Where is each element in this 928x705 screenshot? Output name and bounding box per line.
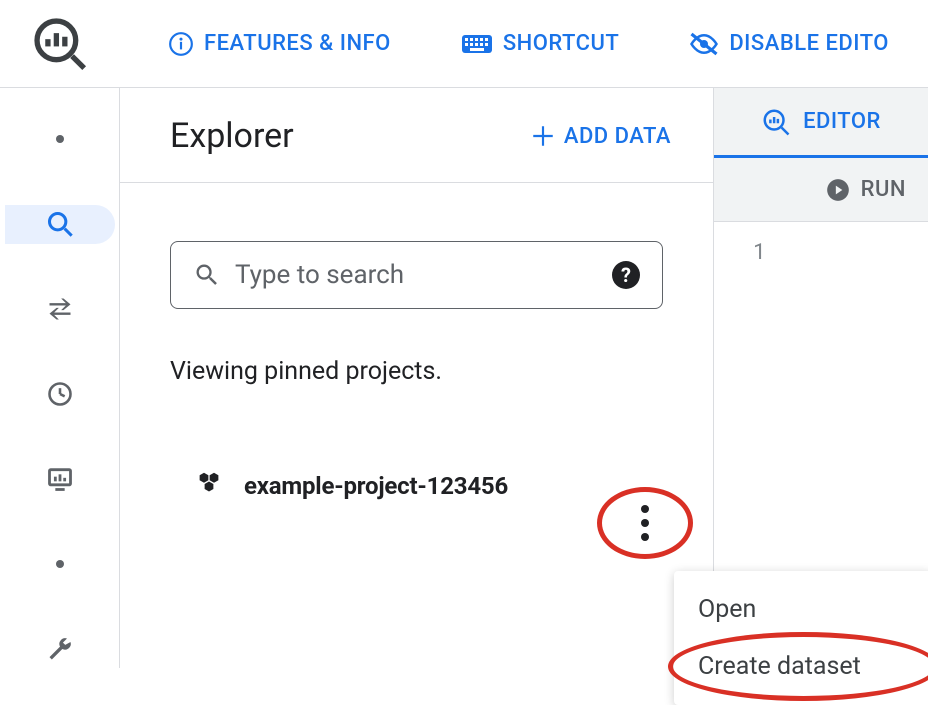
menu-create-dataset[interactable]: Create dataset [674,638,928,695]
nav-dot-1[interactable] [5,120,115,159]
clock-icon [46,380,74,408]
play-icon [825,177,851,203]
search-input-wrap[interactable]: ? [170,241,663,309]
run-button[interactable]: RUN [714,158,928,222]
disable-editor-label: DISABLE EDITO [729,31,889,56]
nav-scheduled[interactable] [5,375,115,414]
project-more-actions[interactable] [603,489,687,557]
dot-icon [56,135,64,143]
dot-icon [56,560,64,568]
search-icon [46,210,74,238]
project-row[interactable]: example-project-123456 [170,464,663,508]
project-icon [194,469,224,503]
editor-tab[interactable]: EDITOR [714,107,928,137]
nav-dot-2[interactable] [5,544,115,583]
plus-icon [530,123,556,149]
nav-admin[interactable] [5,629,115,668]
shortcut-label: SHORTCUT [503,31,619,56]
menu-create-dataset-label: Create dataset [698,652,861,681]
explorer-title: Explorer [170,116,294,156]
left-rail [0,88,120,668]
nav-search[interactable] [5,205,115,244]
bigquery-logo[interactable] [0,0,120,88]
menu-open[interactable]: Open [674,581,928,638]
explorer-panel: Explorer ADD DATA ? Viewing pinned proje… [120,88,714,668]
run-label: RUN [861,177,906,202]
shortcut-button[interactable]: SHORTCUT [461,31,619,57]
top-toolbar: FEATURES & INFO SHORTCUT DISABLE EDITO [0,0,928,88]
features-info-label: FEATURES & INFO [204,31,391,56]
editor-tab-label: EDITOR [803,109,881,134]
pinned-projects-label: Viewing pinned projects. [170,357,663,386]
help-icon[interactable]: ? [612,261,640,289]
query-icon [761,107,791,137]
transfer-icon [46,295,74,323]
add-data-button[interactable]: ADD DATA [530,123,671,149]
search-icon [193,261,221,289]
features-info-button[interactable]: FEATURES & INFO [168,31,391,57]
disable-editor-button[interactable]: DISABLE EDITO [689,31,889,57]
search-input[interactable] [235,260,612,290]
nav-bi[interactable] [5,459,115,498]
monitor-chart-icon [46,465,74,493]
project-name: example-project-123456 [244,472,508,500]
wrench-icon [46,635,74,663]
add-data-label: ADD DATA [564,124,671,149]
annotation-circle [597,487,693,559]
nav-transfers[interactable] [5,290,115,329]
project-context-menu: Open Create dataset [674,571,928,705]
